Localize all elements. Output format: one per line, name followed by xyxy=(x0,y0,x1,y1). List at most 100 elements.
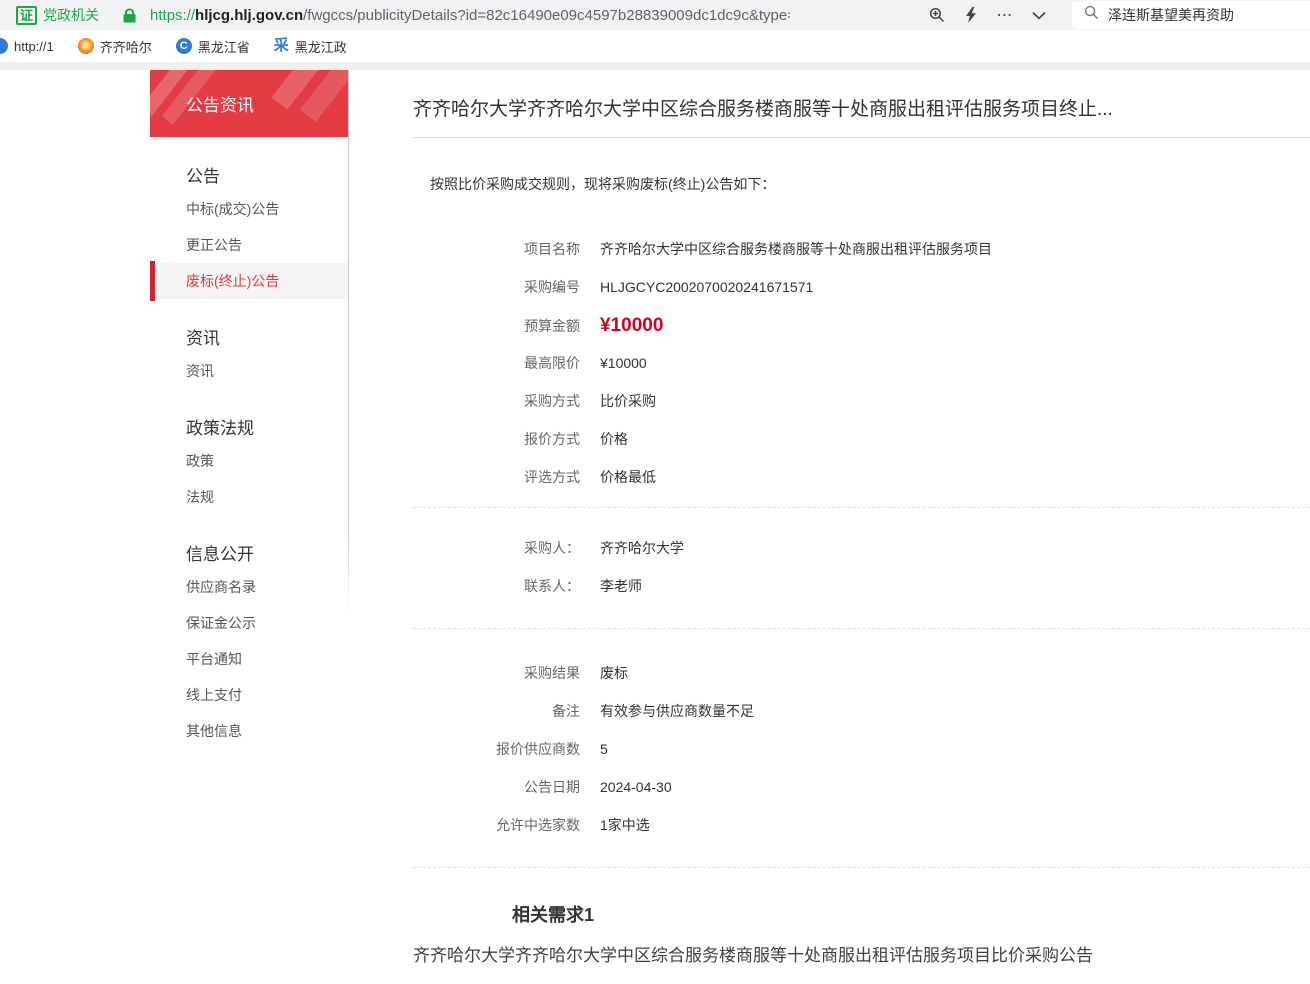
sidebar-item[interactable]: 供应商名录 xyxy=(150,569,348,605)
sidebar-item[interactable]: 中标(成交)公告 xyxy=(150,191,348,227)
field-label: 备注 xyxy=(413,701,580,721)
sidebar-section-title: 资讯 xyxy=(150,325,348,353)
field-value: 有效参与供应商数量不足 xyxy=(600,701,754,721)
field-row: 允许中选家数 1家中选 xyxy=(413,815,1310,835)
sidebar-section-title: 信息公开 xyxy=(150,541,348,569)
bookmark-item[interactable]: 齐齐哈尔 xyxy=(78,37,152,56)
announcement-detail: 齐齐哈尔大学齐齐哈尔大学中区综合服务楼商服等十处商服出租评估服务项目终止... … xyxy=(413,70,1310,967)
more-dots-icon[interactable]: ⋯ xyxy=(988,0,1022,30)
field-label: 报价方式 xyxy=(413,429,580,449)
dashed-divider xyxy=(413,628,1310,629)
field-label: 采购方式 xyxy=(413,391,580,411)
page-top-spacer xyxy=(0,62,1310,70)
sidebar-header-label: 公告资讯 xyxy=(186,91,254,116)
field-row: 最高限价 ¥10000 xyxy=(413,353,1310,373)
site-security-chip[interactable]: 证 党政机关 xyxy=(16,5,99,25)
field-value: 价格 xyxy=(600,429,628,449)
field-label: 采购编号 xyxy=(413,277,580,297)
chevron-down-icon[interactable] xyxy=(1022,0,1056,30)
field-row: 报价供应商数 5 xyxy=(413,739,1310,759)
sidebar-item[interactable]: 平台通知 xyxy=(150,641,348,677)
sidebar-item[interactable]: 保证金公示 xyxy=(150,605,348,641)
field-group-result: 采购结果废标备注有效参与供应商数量不足报价供应商数 5 公告日期2024-04-30… xyxy=(413,663,1310,835)
browser-search-box[interactable]: 泽连斯基望美再资助 xyxy=(1072,1,1310,29)
field-value: HLJGCYC2002070020241671571 xyxy=(600,279,813,295)
bookmark-label: http://1 xyxy=(14,39,54,54)
sidebar-item[interactable]: 政策 xyxy=(150,443,348,479)
field-label: 公告日期 xyxy=(413,777,580,797)
certificate-badge: 证 xyxy=(16,6,37,25)
field-value: 5 xyxy=(600,741,608,757)
bookmark-label: 齐齐哈尔 xyxy=(100,37,152,56)
url-path: /fwgccs/publicityDetails?id=82c16490e09c… xyxy=(303,7,790,24)
field-label: 允许中选家数 xyxy=(413,815,580,835)
field-group-basic: 项目名称齐齐哈尔大学中区综合服务楼商服等十处商服出租评估服务项目采购编号 HLJG… xyxy=(413,239,1310,487)
lock-icon xyxy=(123,8,136,23)
sidebar-item[interactable]: 废标(终止)公告 xyxy=(150,263,348,299)
field-label: 项目名称 xyxy=(413,239,580,259)
url-scheme: https:// xyxy=(150,7,195,24)
bookmark-label: 黑龙江省 xyxy=(198,37,250,56)
page-content: 公告资讯 公告中标(成交)公告更正公告废标(终止)公告资讯资讯政策法规政策法规信… xyxy=(0,70,1310,984)
field-row: 报价方式价格 xyxy=(413,429,1310,449)
sidebar-divider-line xyxy=(348,70,349,615)
sun-orange-icon xyxy=(78,38,94,54)
dashed-divider xyxy=(413,507,1310,508)
cai-char-icon: 采 xyxy=(274,38,289,54)
field-row: 预算金额 ¥10000 xyxy=(413,315,1310,335)
search-icon xyxy=(1084,5,1099,25)
sidebar-item[interactable]: 线上支付 xyxy=(150,677,348,713)
bookmark-label: 黑龙江政 xyxy=(295,37,347,56)
field-row: 采购方式比价采购 xyxy=(413,391,1310,411)
sidebar-section: 政策法规政策法规 xyxy=(150,415,348,515)
field-label: 联系人： xyxy=(413,576,580,596)
sidebar-item[interactable]: 更正公告 xyxy=(150,227,348,263)
sidebar-section-title: 公告 xyxy=(150,163,348,191)
field-label: 报价供应商数 xyxy=(413,739,580,759)
url-text[interactable]: https://hljcg.hlj.gov.cn/fwgccs/publicit… xyxy=(150,7,790,24)
bookmark-item[interactable]: C 黑龙江省 xyxy=(176,37,250,56)
field-value: 价格最低 xyxy=(600,467,656,487)
field-row: 采购编号 HLJGCYC2002070020241671571 xyxy=(413,277,1310,297)
search-query-text: 泽连斯基望美再资助 xyxy=(1108,5,1234,25)
field-row: 公告日期2024-04-30 xyxy=(413,777,1310,797)
sidebar-section-title: 政策法规 xyxy=(150,415,348,443)
title-divider xyxy=(413,137,1310,138)
field-label: 采购结果 xyxy=(413,663,580,683)
field-row: 联系人： 李老师 xyxy=(413,576,1310,596)
sidebar-section: 信息公开供应商名录保证金公示平台通知线上支付其他信息 xyxy=(150,541,348,749)
field-row: 评选方式价格最低 xyxy=(413,467,1310,487)
field-row: 项目名称齐齐哈尔大学中区综合服务楼商服等十处商服出租评估服务项目 xyxy=(413,239,1310,259)
field-row: 采购人：齐齐哈尔大学 xyxy=(413,538,1310,558)
zoom-in-icon[interactable] xyxy=(920,0,954,30)
bookmark-item[interactable]: http://1 xyxy=(0,38,54,54)
field-label: 采购人： xyxy=(413,538,580,558)
lightning-icon[interactable] xyxy=(954,0,988,30)
field-label: 预算金额 xyxy=(413,316,580,336)
sidebar-item[interactable]: 法规 xyxy=(150,479,348,515)
field-value: ¥10000 xyxy=(600,315,663,337)
field-value: 齐齐哈尔大学中区综合服务楼商服等十处商服出租评估服务项目 xyxy=(600,239,992,259)
sidebar-item[interactable]: 资讯 xyxy=(150,353,348,389)
bookmark-item[interactable]: 采黑龙江政 xyxy=(274,37,347,56)
address-bar-actions: ⋯ xyxy=(920,0,1056,30)
field-value: 李老师 xyxy=(600,576,642,596)
field-label: 评选方式 xyxy=(413,467,580,487)
field-value: 1家中选 xyxy=(600,815,650,835)
field-group-contacts: 采购人：齐齐哈尔大学联系人： 李老师 xyxy=(413,538,1310,596)
field-value: ¥10000 xyxy=(600,355,647,371)
bookmarks-bar: http://1 齐齐哈尔 C 黑龙江省 采黑龙江政 xyxy=(0,30,1310,62)
sidebar: 公告资讯 公告中标(成交)公告更正公告废标(终止)公告资讯资讯政策法规政策法规信… xyxy=(150,70,348,749)
dashed-divider xyxy=(413,867,1310,868)
browser-address-bar: 证 党政机关 https://hljcg.hlj.gov.cn/fwgccs/p… xyxy=(0,0,1310,30)
field-label: 最高限价 xyxy=(413,353,580,373)
globe-blue-icon: C xyxy=(176,38,192,54)
related-announcement-link[interactable]: 齐齐哈尔大学齐齐哈尔大学中区综合服务楼商服等十处商服出租评估服务项目比价采购公告 xyxy=(413,945,1310,967)
intro-text: 按照比价采购成交规则，现将采购废标(终止)公告如下： xyxy=(413,174,1310,194)
sidebar-item[interactable]: 其他信息 xyxy=(150,713,348,749)
related-requirements-heading: 相关需求1 xyxy=(413,901,1310,927)
sidebar-section: 公告中标(成交)公告更正公告废标(终止)公告 xyxy=(150,163,348,299)
field-row: 采购结果废标 xyxy=(413,663,1310,683)
sidebar-header: 公告资讯 xyxy=(150,70,348,137)
page-title: 齐齐哈尔大学齐齐哈尔大学中区综合服务楼商服等十处商服出租评估服务项目终止... xyxy=(413,97,1310,123)
